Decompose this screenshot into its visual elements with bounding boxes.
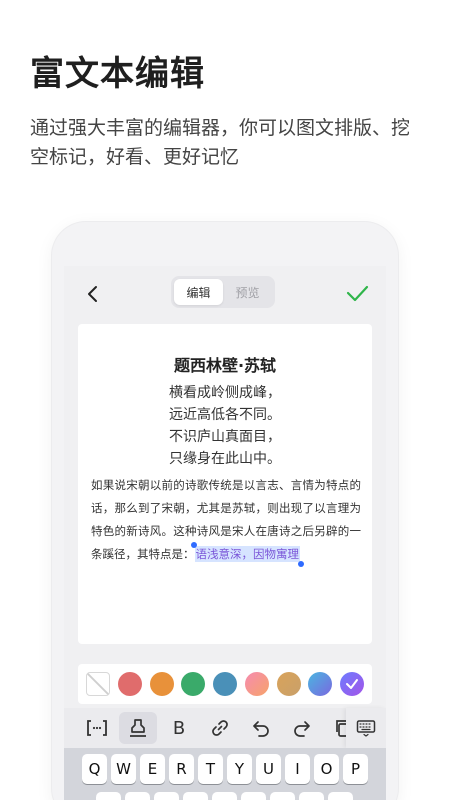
phone-frame: 编辑 预览 题西林壁·苏轼 横看成岭侧成峰， 远近高低各不同。 不识庐山真面目，… (52, 222, 398, 800)
back-button[interactable] (80, 281, 106, 307)
key[interactable]: W (111, 754, 136, 784)
tab-edit[interactable]: 编辑 (174, 279, 223, 305)
poem-line: 横看成岭侧成峰， (169, 385, 281, 401)
key[interactable]: A (96, 792, 121, 800)
color-red-swatch[interactable] (117, 672, 142, 696)
undo-button[interactable] (242, 712, 280, 744)
key[interactable]: D (154, 792, 179, 800)
color-pink-gradient-swatch[interactable] (244, 672, 269, 696)
poem-line: 远近高低各不同。 (169, 407, 281, 423)
chevron-left-icon (88, 286, 97, 302)
key[interactable]: Y (227, 754, 252, 784)
editor-topbar: 编辑 预览 (64, 266, 386, 322)
key[interactable]: E (140, 754, 165, 784)
cloze-icon (87, 720, 107, 736)
color-none-swatch[interactable] (86, 672, 110, 696)
mode-switch: 编辑 预览 (171, 276, 275, 308)
link-button[interactable] (201, 712, 239, 744)
tab-preview[interactable]: 预览 (223, 279, 272, 305)
redo-button[interactable] (283, 712, 321, 744)
key[interactable]: O (314, 754, 339, 784)
selected-text[interactable]: 语浅意深，因物寓理 (190, 542, 304, 567)
color-palette (78, 664, 372, 704)
key[interactable]: T (198, 754, 223, 784)
selection-end-handle[interactable] (298, 561, 304, 567)
document-title: 题西林壁·苏轼 (173, 356, 277, 375)
keyboard-row-1: Q W E R T Y U I O P (82, 754, 372, 784)
check-icon (346, 285, 369, 302)
key[interactable]: G (212, 792, 237, 800)
color-orange-swatch[interactable] (149, 672, 174, 696)
virtual-keyboard: Q W E R T Y U I O P A S D F G H J K L (64, 748, 386, 800)
check-icon (346, 679, 358, 689)
key[interactable]: U (256, 754, 281, 784)
key[interactable]: H (241, 792, 266, 800)
highlighter-icon (130, 719, 146, 737)
selection-start-handle[interactable] (190, 542, 197, 548)
key[interactable]: Q (82, 754, 107, 784)
cloze-button[interactable] (78, 712, 116, 744)
editor-screen: 编辑 预览 题西林壁·苏轼 横看成岭侧成峰， 远近高低各不同。 不识庐山真面目，… (64, 266, 386, 800)
document-card[interactable]: 题西林壁·苏轼 横看成岭侧成峰， 远近高低各不同。 不识庐山真面目， 只缘身在此… (78, 324, 372, 644)
selected-text-content: 语浅意深，因物寓理 (195, 547, 300, 561)
color-gold-gradient-swatch[interactable] (276, 672, 301, 696)
document-paragraph[interactable]: 如果说宋朝以前的诗歌传统是以言志、言情为特点的话，那么到了宋朝，尤其是苏轼，则出… (91, 474, 361, 567)
poem: 横看成岭侧成峰， 远近高低各不同。 不识庐山真面目， 只缘身在此山中。 (78, 382, 372, 470)
keyboard-row-2: A S D F G H J K L (96, 792, 357, 800)
poem-line: 不识庐山真面目， (169, 429, 281, 445)
color-blue-gradient-swatch[interactable] (308, 672, 333, 696)
key[interactable]: S (125, 792, 150, 800)
color-purple-gradient-swatch[interactable] (340, 672, 364, 696)
keyboard-toggle-button[interactable] (346, 708, 386, 748)
poem-line: 只缘身在此山中。 (169, 451, 281, 467)
key[interactable]: I (285, 754, 310, 784)
done-button[interactable] (344, 280, 370, 306)
keyboard-icon (356, 720, 376, 737)
key[interactable]: L (328, 792, 353, 800)
key[interactable]: P (343, 754, 368, 784)
format-toolbar: B (64, 708, 386, 748)
redo-icon (294, 721, 310, 737)
undo-icon (253, 721, 269, 737)
key[interactable]: J (270, 792, 295, 800)
key[interactable]: F (183, 792, 208, 800)
bold-button[interactable]: B (160, 712, 198, 744)
highlighter-button[interactable] (119, 712, 157, 744)
link-icon (212, 720, 228, 736)
color-green-swatch[interactable] (181, 672, 206, 696)
hero-title: 富文本编辑 (30, 54, 205, 94)
hero-subtitle: 通过强大丰富的编辑器，你可以图文排版、挖空标记，好看、更好记忆 (30, 117, 411, 168)
key[interactable]: K (299, 792, 324, 800)
key[interactable]: R (169, 754, 194, 784)
bold-icon: B (172, 717, 186, 739)
color-blue-swatch[interactable] (213, 672, 237, 696)
